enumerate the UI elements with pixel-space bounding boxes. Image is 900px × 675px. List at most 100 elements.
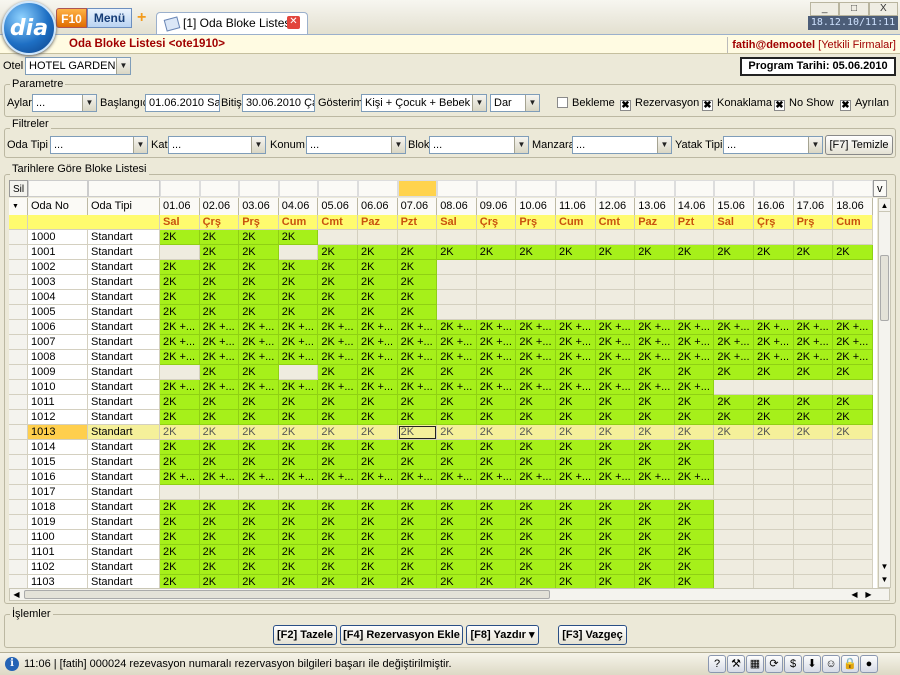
- block-cell[interactable]: 2K: [635, 500, 675, 515]
- block-cell[interactable]: [199, 485, 240, 500]
- minimize-button[interactable]: _: [810, 2, 840, 16]
- block-cell[interactable]: 2K: [476, 575, 517, 588]
- block-cell[interactable]: 2K +...: [278, 470, 319, 485]
- horizontal-scroll-thumb[interactable]: [24, 590, 550, 599]
- scroll-bottom-icon[interactable]: ▼: [879, 573, 890, 586]
- filter-cell-date[interactable]: [833, 180, 873, 197]
- block-cell[interactable]: 2K: [674, 575, 715, 588]
- sort-indicator-icon[interactable]: ▼: [9, 198, 28, 215]
- block-cell[interactable]: 2K: [397, 500, 438, 515]
- block-cell[interactable]: 2K: [635, 365, 675, 380]
- block-cell[interactable]: 2K: [160, 260, 200, 275]
- filter-cell-date[interactable]: [358, 180, 398, 197]
- block-cell[interactable]: 2K +...: [358, 350, 398, 365]
- block-cell[interactable]: [437, 290, 477, 305]
- block-cell[interactable]: 2K: [437, 365, 477, 380]
- block-cell[interactable]: 2K: [635, 575, 675, 588]
- block-cell[interactable]: [833, 455, 873, 470]
- block-cell[interactable]: 2K: [635, 545, 675, 560]
- checkbox-konaklama[interactable]: ✖ Konaklama: [702, 96, 772, 111]
- block-cell[interactable]: [714, 455, 754, 470]
- block-cell[interactable]: 2K +...: [595, 335, 636, 350]
- col-date[interactable]: 07.06: [397, 198, 438, 215]
- block-cell[interactable]: 2K: [278, 425, 319, 440]
- block-cell[interactable]: 2K: [674, 530, 715, 545]
- block-cell[interactable]: 2K: [278, 260, 319, 275]
- row-indicator[interactable]: [9, 305, 28, 320]
- block-cell[interactable]: 2K: [595, 395, 636, 410]
- block-cell[interactable]: 2K: [674, 395, 715, 410]
- block-cell[interactable]: [714, 575, 754, 588]
- block-cell[interactable]: [714, 305, 754, 320]
- block-cell[interactable]: 2K: [674, 455, 715, 470]
- block-cell[interactable]: 2K: [278, 575, 319, 588]
- block-cell[interactable]: [318, 485, 358, 500]
- block-cell[interactable]: 2K +...: [793, 335, 834, 350]
- block-cell[interactable]: 2K: [556, 500, 596, 515]
- tools-icon[interactable]: ⚒: [727, 655, 745, 673]
- row-indicator[interactable]: [9, 500, 28, 515]
- block-cell[interactable]: [793, 575, 834, 588]
- block-cell[interactable]: 2K: [358, 440, 398, 455]
- block-cell[interactable]: 2K: [239, 440, 279, 455]
- block-cell[interactable]: 2K: [595, 560, 636, 575]
- row-indicator[interactable]: [9, 545, 28, 560]
- row-indicator[interactable]: [9, 470, 28, 485]
- block-cell[interactable]: 2K: [239, 500, 279, 515]
- block-cell[interactable]: [833, 440, 873, 455]
- scroll-left-end-icon[interactable]: ◀: [848, 589, 861, 600]
- block-cell[interactable]: [674, 275, 715, 290]
- block-cell[interactable]: 2K: [556, 365, 596, 380]
- block-cell[interactable]: 2K: [358, 305, 398, 320]
- block-cell[interactable]: 2K: [318, 410, 358, 425]
- block-cell[interactable]: 2K: [160, 275, 200, 290]
- block-cell[interactable]: [476, 260, 517, 275]
- tazele-button[interactable]: [F2] Tazele: [273, 625, 337, 645]
- block-cell[interactable]: 2K: [358, 515, 398, 530]
- block-cell[interactable]: 2K: [437, 530, 477, 545]
- block-cell[interactable]: 2K: [635, 425, 675, 440]
- block-cell[interactable]: 2K +...: [595, 470, 636, 485]
- block-cell[interactable]: 2K +...: [318, 380, 358, 395]
- block-cell[interactable]: [556, 260, 596, 275]
- block-cell[interactable]: 2K: [239, 305, 279, 320]
- block-cell[interactable]: 2K: [397, 410, 438, 425]
- block-cell[interactable]: [754, 575, 794, 588]
- block-cell[interactable]: 2K: [476, 440, 517, 455]
- block-cell[interactable]: 2K: [754, 395, 794, 410]
- block-cell[interactable]: 2K: [556, 245, 596, 260]
- block-cell[interactable]: 2K +...: [476, 320, 517, 335]
- block-cell[interactable]: [278, 485, 319, 500]
- block-cell[interactable]: [714, 515, 754, 530]
- block-cell[interactable]: 2K +...: [358, 320, 398, 335]
- block-cell[interactable]: 2K: [674, 245, 715, 260]
- block-cell[interactable]: 2K: [278, 560, 319, 575]
- col-date[interactable]: 13.06: [635, 198, 675, 215]
- block-cell[interactable]: 2K: [516, 545, 556, 560]
- block-cell[interactable]: 2K: [595, 455, 636, 470]
- block-cell[interactable]: [793, 500, 834, 515]
- block-cell[interactable]: 2K: [239, 365, 279, 380]
- block-cell[interactable]: 2K: [556, 425, 596, 440]
- block-cell[interactable]: 2K: [516, 560, 556, 575]
- block-cell[interactable]: 2K: [516, 425, 556, 440]
- block-cell[interactable]: 2K: [318, 560, 358, 575]
- block-cell[interactable]: [278, 365, 319, 380]
- block-cell[interactable]: 2K: [556, 455, 596, 470]
- scroll-left-icon[interactable]: ◀: [10, 589, 23, 600]
- block-cell[interactable]: [160, 245, 200, 260]
- block-cell[interactable]: [239, 485, 279, 500]
- checkbox-box[interactable]: ✖: [702, 100, 713, 111]
- filter-cell-date[interactable]: [199, 180, 240, 197]
- block-cell[interactable]: 2K: [278, 530, 319, 545]
- block-cell[interactable]: 2K: [674, 545, 715, 560]
- checkbox-ayrılan[interactable]: ✖ Ayrılan: [840, 96, 889, 111]
- col-date[interactable]: 05.06: [318, 198, 358, 215]
- block-cell[interactable]: 2K: [239, 560, 279, 575]
- block-cell[interactable]: [793, 485, 834, 500]
- v-button[interactable]: v: [872, 180, 887, 197]
- block-cell[interactable]: 2K +...: [595, 380, 636, 395]
- checkbox-no-show[interactable]: ✖ No Show: [774, 96, 834, 111]
- block-cell[interactable]: 2K: [160, 515, 200, 530]
- block-cell[interactable]: [793, 470, 834, 485]
